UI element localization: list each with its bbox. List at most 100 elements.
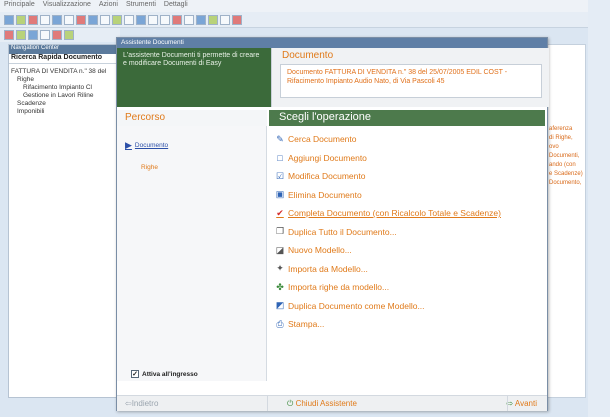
right-info-line: e Scadenze) bbox=[549, 171, 583, 177]
edit-document-icon: ☑ bbox=[275, 170, 285, 181]
dialog-footer: ⇦Indietro ⏻ Chiudi Assistente ⇨ Avanti bbox=[117, 395, 547, 411]
tree-item-imponibili[interactable]: Imponibili bbox=[11, 108, 119, 116]
toolbar-button[interactable] bbox=[16, 30, 26, 40]
toolbar-button[interactable] bbox=[148, 14, 158, 25]
step-label: Documento bbox=[134, 142, 169, 149]
main-toolbar bbox=[0, 12, 610, 28]
toolbar-button[interactable] bbox=[40, 14, 50, 25]
toolbar-button[interactable] bbox=[52, 30, 62, 40]
next-label: Avanti bbox=[514, 399, 537, 408]
back-label: Indietro bbox=[131, 399, 159, 408]
toolbar-button[interactable] bbox=[28, 14, 38, 25]
step-documento[interactable]: ▶ Documento bbox=[125, 140, 168, 151]
document-header-title: Documento bbox=[282, 50, 334, 61]
duplicate-model-icon: ◩ bbox=[275, 300, 285, 311]
toolbar-button[interactable] bbox=[160, 14, 170, 25]
operations-title: Scegli l'operazione bbox=[269, 110, 545, 126]
op-stampa[interactable]: ⎙ Stampa... bbox=[269, 315, 547, 334]
next-button[interactable]: ⇨ Avanti bbox=[506, 399, 537, 408]
op-cerca-documento[interactable]: ✎ Cerca Documento bbox=[269, 130, 547, 149]
op-label: Duplica Documento come Modello... bbox=[288, 300, 425, 311]
toolbar-button[interactable] bbox=[208, 14, 218, 25]
toolbar-button[interactable] bbox=[64, 14, 74, 25]
toolbar-button[interactable] bbox=[220, 14, 230, 25]
op-label: Importa righe da modello... bbox=[288, 282, 390, 293]
right-info-line: ovo Documenti, bbox=[549, 144, 580, 159]
new-document-icon: □ bbox=[277, 152, 283, 163]
right-info-line: di Righe, bbox=[549, 135, 573, 141]
toolbar-button[interactable] bbox=[40, 30, 50, 40]
right-info-line: aferenza bbox=[549, 126, 573, 132]
toolbar-button[interactable] bbox=[52, 14, 62, 25]
tree-item-righe[interactable]: Righe bbox=[11, 76, 119, 84]
op-label: Aggiungi Documento bbox=[288, 152, 367, 163]
step-righe[interactable]: Righe bbox=[141, 164, 158, 171]
toolbar-button[interactable] bbox=[100, 14, 110, 25]
op-importa-da-modello[interactable]: ✦ Importa da Modello... bbox=[269, 260, 547, 279]
op-label: Importa da Modello... bbox=[288, 263, 368, 274]
attiva-checkbox-row[interactable]: ✓ Attiva all'ingresso bbox=[131, 370, 198, 378]
power-icon: ⏻ bbox=[287, 398, 294, 408]
footer-divider bbox=[267, 395, 268, 411]
checkbox-checked-icon[interactable]: ✓ bbox=[131, 370, 139, 378]
toolbar-button[interactable] bbox=[172, 14, 182, 25]
op-elimina-documento[interactable]: ▣ Elimina Documento bbox=[269, 186, 547, 205]
menu-item-azioni[interactable]: Azioni bbox=[99, 1, 118, 11]
menu-item-principale[interactable]: Principale bbox=[4, 1, 35, 11]
op-duplica-tutto[interactable]: ❐ Duplica Tutto il Documento... bbox=[269, 223, 547, 242]
op-aggiungi-documento[interactable]: □ Aggiungi Documento bbox=[269, 149, 547, 168]
menu-item-strumenti[interactable]: Strumenti bbox=[126, 1, 156, 11]
quick-search-title: Ricerca Rapida Documento bbox=[9, 54, 121, 64]
op-label: Elimina Documento bbox=[288, 189, 362, 200]
op-completa-documento[interactable]: ✔ Completa Documento (con Ricalcolo Tota… bbox=[269, 204, 547, 223]
operations-list: ✎ Cerca Documento □ Aggiungi Documento ☑… bbox=[269, 130, 547, 334]
op-label: Cerca Documento bbox=[288, 134, 357, 145]
op-label: Nuovo Modello... bbox=[288, 245, 352, 256]
document-description: Documento FATTURA DI VENDITA n." 38 del … bbox=[280, 64, 542, 98]
document-tree: FATTURA DI VENDITA n." 38 del Righe Rifa… bbox=[9, 64, 121, 120]
secondary-toolbar bbox=[0, 28, 120, 42]
toolbar-button[interactable] bbox=[4, 30, 14, 40]
toolbar-button[interactable] bbox=[16, 14, 26, 25]
attiva-label: Attiva all'ingresso bbox=[142, 370, 198, 378]
toolbar-button[interactable] bbox=[64, 30, 74, 40]
toolbar-button[interactable] bbox=[4, 14, 14, 25]
back-arrow-icon: ⇦ bbox=[125, 399, 132, 408]
toolbar-button[interactable] bbox=[184, 14, 194, 25]
toolbar-button[interactable] bbox=[112, 14, 122, 25]
duplicate-icon: ❐ bbox=[275, 226, 285, 237]
tree-item-riga[interactable]: Gestione in Lavori Riline bbox=[11, 92, 119, 100]
tree-item-riga[interactable]: Rifacimento Impianto Cl bbox=[11, 84, 119, 92]
delete-document-icon: ▣ bbox=[275, 189, 285, 200]
right-info-text: aferenza di Righe, ovo Documenti, ando (… bbox=[547, 45, 585, 188]
checkmark-icon: ✔ bbox=[276, 207, 284, 218]
right-info-line: ando (con bbox=[549, 162, 576, 168]
menu-bar: Principale Visualizzazione Azioni Strume… bbox=[0, 0, 610, 12]
back-button[interactable]: ⇦Indietro bbox=[125, 399, 158, 408]
import-rows-icon: ✤ bbox=[276, 281, 284, 292]
toolbar-button[interactable] bbox=[196, 14, 206, 25]
footer-divider bbox=[507, 395, 508, 411]
percorso-panel: ▶ Documento Righe ✓ Attiva all'ingresso bbox=[117, 126, 267, 381]
menu-item-dettagli[interactable]: Dettagli bbox=[164, 1, 188, 11]
close-label: Chiudi Assistente bbox=[295, 398, 357, 408]
menu-item-visualizzazione[interactable]: Visualizzazione bbox=[43, 1, 91, 11]
toolbar-button[interactable] bbox=[124, 14, 134, 25]
op-label: Modifica Documento bbox=[288, 171, 366, 182]
right-info-panel: aferenza di Righe, ovo Documenti, ando (… bbox=[546, 44, 586, 398]
toolbar-button[interactable] bbox=[88, 14, 98, 25]
tree-item-document[interactable]: FATTURA DI VENDITA n." 38 del bbox=[11, 68, 119, 76]
toolbar-button[interactable] bbox=[28, 30, 38, 40]
op-duplica-come-modello[interactable]: ◩ Duplica Documento come Modello... bbox=[269, 297, 547, 316]
toolbar-button[interactable] bbox=[232, 14, 242, 25]
op-modifica-documento[interactable]: ☑ Modifica Documento bbox=[269, 167, 547, 186]
close-wizard-button[interactable]: ⏻ Chiudi Assistente bbox=[287, 399, 357, 409]
op-nuovo-modello[interactable]: ◪ Nuovo Modello... bbox=[269, 241, 547, 260]
print-icon: ⎙ bbox=[276, 318, 284, 329]
toolbar-button[interactable] bbox=[136, 14, 146, 25]
op-label: Completa Documento (con Ricalcolo Totale… bbox=[288, 208, 501, 219]
right-info-line: Documento, bbox=[549, 180, 582, 186]
tree-item-scadenze[interactable]: Scadenze bbox=[11, 100, 119, 108]
toolbar-button[interactable] bbox=[76, 14, 86, 25]
op-importa-righe[interactable]: ✤ Importa righe da modello... bbox=[269, 278, 547, 297]
